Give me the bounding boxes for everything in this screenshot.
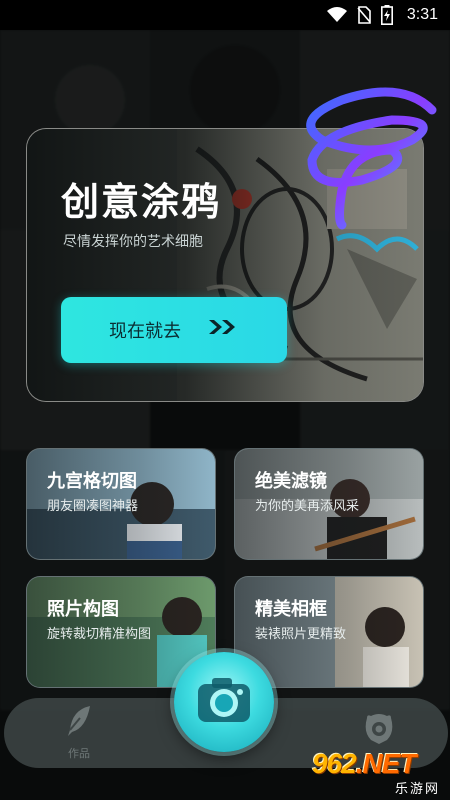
hero-title: 创意涂鸦 — [61, 182, 222, 224]
composition-subtitle: 旋转裁切精准构图 — [47, 626, 152, 641]
site-watermark: 962.NET 乐游网 — [312, 748, 446, 798]
watermark-subtext: 乐游网 — [394, 781, 440, 796]
status-bar: 3:31 — [0, 0, 450, 30]
double-chevron-right-icon — [207, 318, 239, 342]
filter-card[interactable]: 绝美滤镜 为你的美再添风采 — [234, 448, 424, 560]
go-now-button-label: 现在就去 — [109, 321, 181, 341]
camera-button[interactable] — [174, 652, 274, 752]
nine-grid-title: 九宫格切图 — [47, 471, 137, 491]
swirl-decoration — [306, 87, 437, 230]
nine-grid-subtitle: 朋友圈凑图神器 — [47, 498, 139, 513]
filter-subtitle: 为你的美再添风采 — [255, 498, 360, 513]
frame-title: 精美相框 — [255, 599, 327, 619]
watermark-logo: 962.NET — [312, 748, 416, 779]
battery-charging-icon — [380, 5, 393, 25]
feather-icon — [64, 704, 94, 743]
camera-icon — [194, 674, 254, 731]
status-time: 3:31 — [406, 6, 438, 23]
go-now-button[interactable]: 现在就去 — [61, 297, 287, 363]
no-sim-icon — [357, 6, 371, 24]
frame-subtitle: 装裱照片更精致 — [255, 626, 347, 641]
hero-subtitle: 尽情发挥你的艺术细胞 — [63, 233, 203, 249]
wifi-icon — [326, 7, 347, 23]
nine-grid-card[interactable]: 九宫格切图 朋友圈凑图神器 — [26, 448, 216, 560]
composition-title: 照片构图 — [47, 599, 119, 619]
nav-works-label: 作品 — [68, 748, 90, 760]
filter-title: 绝美滤镜 — [255, 471, 327, 491]
nav-works-tab[interactable]: 作品 — [54, 704, 104, 762]
profile-icon — [363, 712, 395, 751]
